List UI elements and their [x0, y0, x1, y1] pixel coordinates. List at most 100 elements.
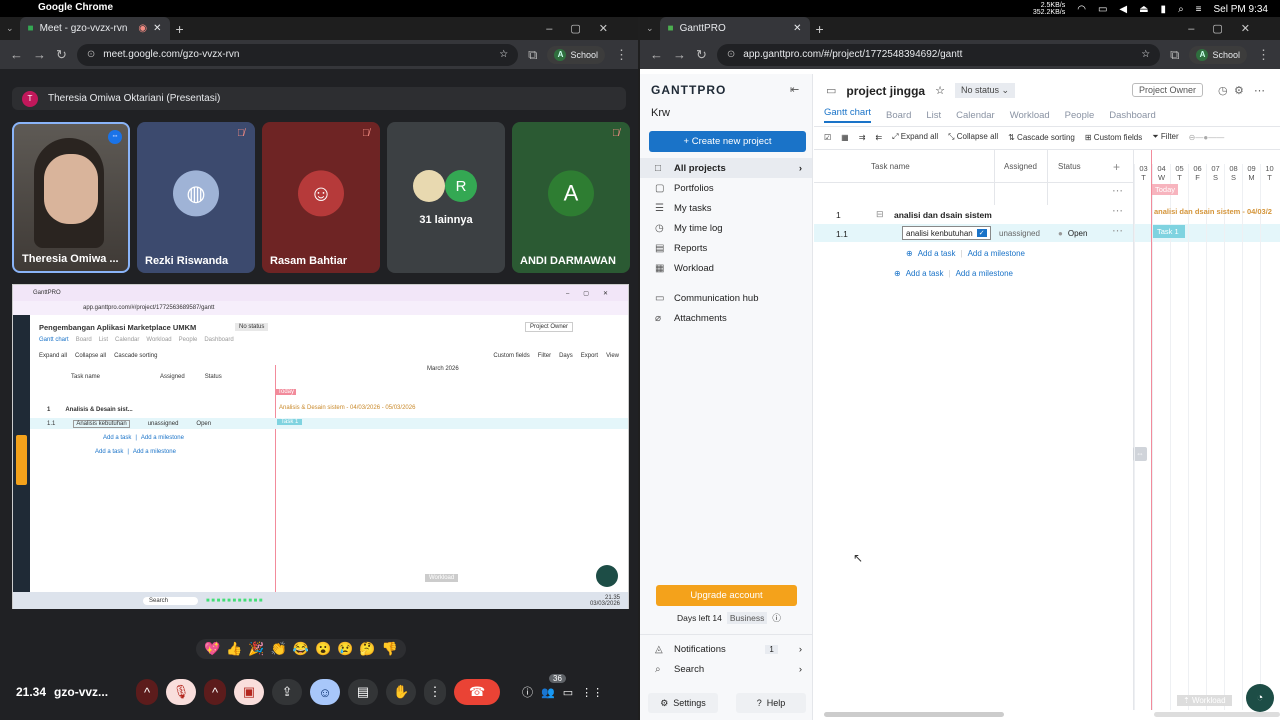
back-icon[interactable]: ←	[650, 47, 663, 62]
grid-scrollbar[interactable]	[824, 712, 1004, 717]
display-icon[interactable]: ▭	[1098, 4, 1107, 15]
participant-tile-video[interactable]: ▪▪ Theresia Omiwa ...	[12, 122, 130, 273]
camera-options-icon[interactable]: ^	[204, 679, 227, 705]
tab-people[interactable]: People	[1065, 110, 1095, 121]
close-icon[interactable]: ✕	[153, 23, 161, 34]
site-info-icon[interactable]: ⊙	[87, 49, 95, 60]
reaction-sad[interactable]: 😢	[337, 641, 353, 657]
tab-dashboard[interactable]: Dashboard	[1109, 110, 1155, 121]
search-icon[interactable]: ⌕	[1178, 4, 1184, 15]
emoji-button[interactable]: ☺	[310, 679, 341, 705]
mic-off-button[interactable]: 🎙	[166, 679, 197, 705]
reaction-clap[interactable]: 👏	[271, 641, 287, 657]
add-icon[interactable]: ⊕	[894, 269, 901, 278]
project-title[interactable]: project jingga	[846, 84, 925, 98]
address-bar[interactable]: ⊙ meet.google.com/gzo-vvzx-rvn ☆	[76, 43, 519, 66]
add-milestone-link[interactable]: Add a milestone	[968, 249, 1025, 258]
activities-icon[interactable]: ⋮⋮	[581, 686, 603, 699]
tab-gantt-chart[interactable]: Gantt chart	[824, 107, 871, 123]
menu-icon[interactable]: ⋮	[615, 47, 628, 63]
bookmark-icon[interactable]: ☆	[1141, 49, 1150, 60]
more-options-icon[interactable]: ⋮	[424, 679, 447, 705]
address-bar[interactable]: ⊙ app.ganttpro.com/#/project/17725483946…	[716, 43, 1161, 66]
collapse-all-button[interactable]: ⤡ Collapse all	[948, 132, 998, 142]
task-bar[interactable]: Task 1	[1153, 225, 1185, 238]
row-menu-icon[interactable]: ⋯	[1112, 204, 1123, 217]
calendar-icon[interactable]: ▦	[841, 133, 849, 142]
chat-bubble-icon[interactable]: ◔	[1246, 684, 1274, 712]
bookmark-icon[interactable]: ☆	[499, 49, 508, 60]
history-icon[interactable]: ◷	[1218, 84, 1228, 97]
row-menu-icon[interactable]: ⋯	[1112, 184, 1123, 197]
nav-reports[interactable]: ▤ Reports	[640, 238, 812, 258]
present-button[interactable]: ⇪	[272, 679, 303, 705]
workspace-name[interactable]: Krw	[651, 107, 670, 119]
checkbox-icon[interactable]: ☑	[824, 133, 831, 142]
new-tab-icon[interactable]: +	[176, 21, 184, 37]
upgrade-button[interactable]: Upgrade account	[656, 585, 797, 606]
info-icon[interactable]: ⓘ	[522, 684, 533, 700]
tab-ganttpro[interactable]: ■ GanttPRO ✕	[659, 17, 810, 40]
window-controls[interactable]: –▢✕	[1188, 22, 1268, 35]
info-icon[interactable]: ⓘ	[772, 612, 781, 624]
camera-off-button[interactable]: ▣	[234, 679, 265, 705]
cascade-sorting-button[interactable]: ⇅ Cascade sorting	[1008, 133, 1075, 142]
participant-tile[interactable]: ☺ 🎙̸ Rasam Bahtiar	[262, 122, 380, 273]
create-project-button[interactable]: + Create new project	[649, 131, 806, 152]
site-info-icon[interactable]: ⊙	[727, 49, 735, 60]
reaction-party[interactable]: 🎉	[248, 641, 264, 657]
collapse-icon[interactable]: ⊟	[876, 209, 884, 220]
gear-icon[interactable]: ⚙	[1234, 84, 1244, 97]
forward-icon[interactable]: →	[33, 47, 46, 62]
people-icon[interactable]: 👥 36	[541, 673, 566, 699]
reload-icon[interactable]: ↻	[696, 47, 707, 63]
tab-list-icon[interactable]: ⌄	[646, 23, 654, 34]
outdent-icon[interactable]: ⇇	[875, 133, 882, 142]
close-icon[interactable]: ✕	[793, 23, 801, 34]
tab-list-icon[interactable]: ⌄	[6, 23, 14, 34]
participant-tile[interactable]: ◍ 🎙̸ Rezki Riswanda	[137, 122, 255, 273]
eject-icon[interactable]: ⏏	[1139, 4, 1148, 15]
status-dropdown[interactable]: No status ⌄	[954, 83, 1016, 98]
mic-options-icon[interactable]: ^	[136, 679, 159, 705]
back-icon[interactable]: ←	[10, 47, 23, 62]
battery-icon[interactable]: ▮	[1161, 4, 1167, 15]
menu-icon[interactable]: ⋮	[1257, 47, 1270, 63]
nav-notifications[interactable]: ◬ Notifications 1 ›	[640, 639, 812, 659]
task-name-editor[interactable]: analisi kenbutuhan ✓	[902, 226, 991, 240]
volume-icon[interactable]: ◀	[1119, 4, 1127, 15]
assigned-cell[interactable]: unassigned	[999, 229, 1040, 238]
nav-workload[interactable]: ▦ Workload	[640, 258, 812, 278]
tab-board[interactable]: Board	[886, 110, 911, 121]
filter-button[interactable]: ⏷ Filter	[1152, 132, 1178, 142]
reaction-surprised[interactable]: 😮	[315, 641, 331, 657]
expand-all-button[interactable]: ⤢ Expand all	[892, 132, 938, 142]
settings-button[interactable]: ⚙ Settings	[648, 693, 718, 713]
tab-calendar[interactable]: Calendar	[956, 110, 995, 121]
add-task-link[interactable]: Add a task	[906, 269, 944, 278]
add-column-icon[interactable]: +	[1113, 160, 1120, 174]
horizontal-scrollbar[interactable]	[1154, 712, 1280, 717]
add-icon[interactable]: ⊕	[906, 249, 913, 258]
star-icon[interactable]: ☆	[935, 84, 945, 97]
wifi-icon[interactable]: ◠	[1077, 4, 1086, 15]
forward-icon[interactable]: →	[673, 47, 686, 62]
nav-all-projects[interactable]: □ All projects ›	[640, 158, 812, 178]
control-center-icon[interactable]: ≡	[1196, 4, 1202, 15]
extensions-icon[interactable]: ⧉	[1170, 47, 1179, 63]
nav-attachments[interactable]: ⌀ Attachments	[640, 308, 812, 328]
indent-icon[interactable]: ⇉	[859, 133, 866, 142]
help-button[interactable]: ? Help	[736, 693, 806, 713]
extensions-icon[interactable]: ⧉	[528, 47, 537, 63]
task-name[interactable]: analisi dan dsain sistem	[894, 210, 992, 220]
captions-button[interactable]: ▤	[348, 679, 379, 705]
nav-communication-hub[interactable]: ▭ Communication hub	[640, 288, 812, 308]
status-cell[interactable]: ● Open	[1058, 229, 1087, 238]
reaction-laugh[interactable]: 😂	[293, 641, 309, 657]
profile-chip[interactable]: A School	[547, 45, 605, 64]
add-milestone-link[interactable]: Add a milestone	[956, 269, 1013, 278]
more-icon[interactable]: ⋯	[1254, 84, 1265, 97]
clock[interactable]: Sel PM 9:34	[1214, 4, 1268, 15]
participant-tile[interactable]: A 🎙̸ ANDI DARMAWAN	[512, 122, 630, 273]
app-name[interactable]: Google Chrome	[38, 2, 113, 13]
